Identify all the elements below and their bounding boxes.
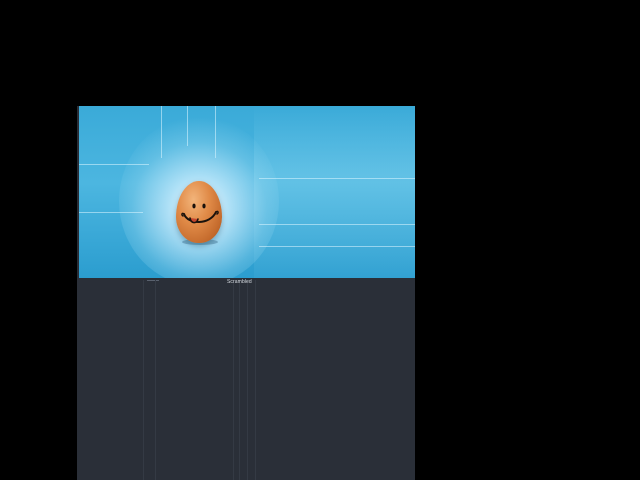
egg-mascot-icon <box>176 181 224 245</box>
banner-line <box>259 246 415 247</box>
banner-line <box>259 178 415 179</box>
banner-line <box>187 106 188 146</box>
egg-face-icon <box>181 203 219 224</box>
app-name-label: Scrambled <box>227 279 252 285</box>
desktop-background: Scrambled <box>0 0 640 480</box>
splash-banner <box>79 106 415 278</box>
column-line <box>233 280 234 480</box>
banner-line <box>259 224 415 225</box>
app-window: Scrambled <box>77 106 415 480</box>
column-line <box>247 280 248 480</box>
banner-line <box>161 106 162 158</box>
footer-panel <box>77 278 415 480</box>
column-line <box>239 280 240 480</box>
banner-line <box>79 164 149 165</box>
column-line <box>155 280 156 480</box>
footer-divider <box>147 280 159 281</box>
banner-line <box>79 212 143 213</box>
banner-line <box>215 106 216 158</box>
column-line <box>255 280 256 480</box>
column-line <box>143 280 144 480</box>
